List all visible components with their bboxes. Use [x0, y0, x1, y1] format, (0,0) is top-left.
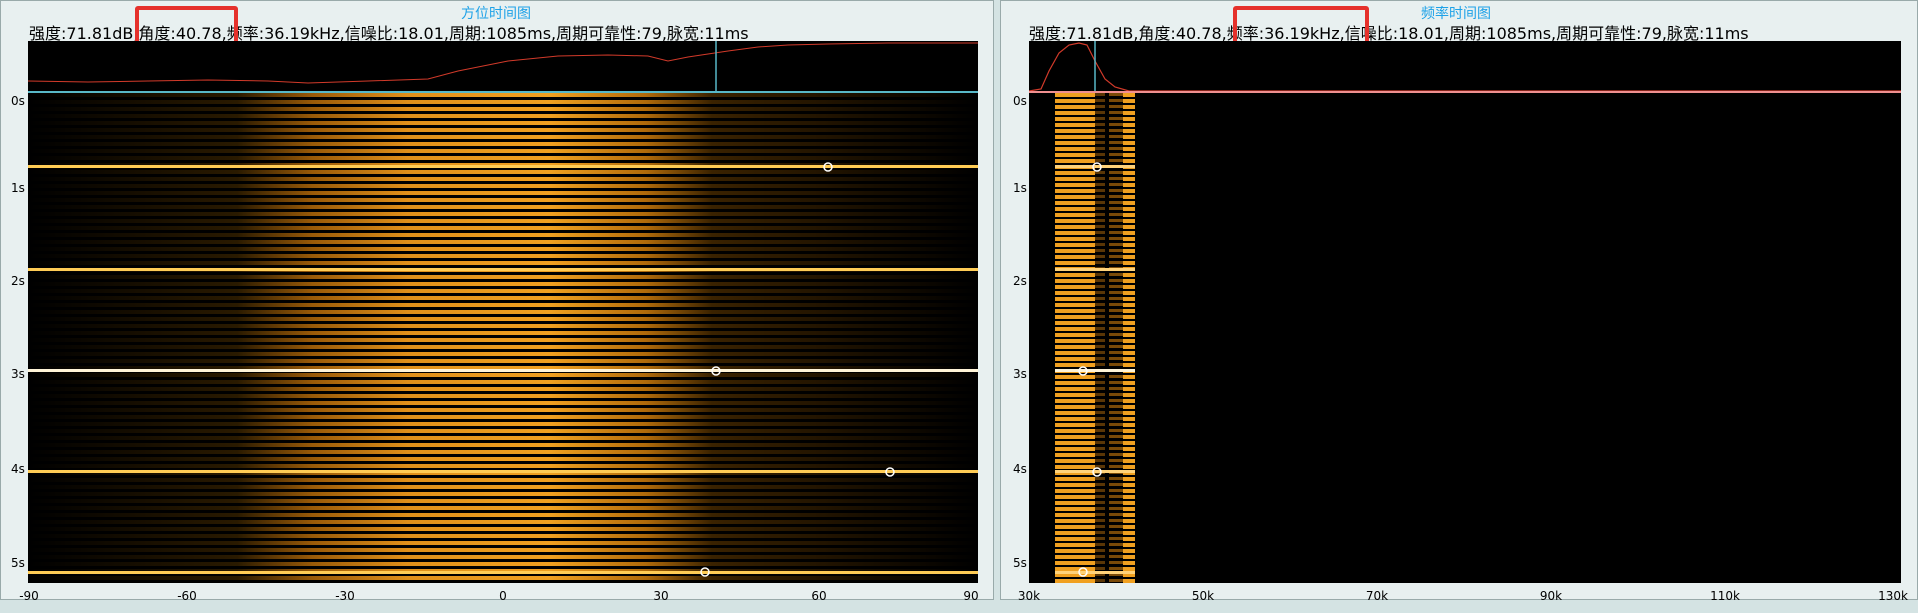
frequency-spectrogram-svg	[1055, 93, 1135, 583]
azimuth-time-panel: 方位时间图 强度:71.81dB,角度:40.78,频率:36.19kHz,信噪…	[0, 0, 994, 603]
azimuth-trace-svg	[27, 41, 978, 91]
frequency-trace-svg	[1028, 41, 1901, 92]
azimuth-trace-line	[27, 42, 978, 84]
azimuth-x-tick: -90	[19, 589, 39, 603]
azimuth-pulse-line	[28, 165, 978, 168]
azimuth-y-tick: 0s	[11, 94, 25, 108]
azimuth-pulse-line	[28, 268, 978, 271]
azimuth-x-tick: 30	[653, 589, 669, 603]
azimuth-x-tick: -30	[335, 589, 355, 603]
frequency-pulse-line	[1055, 571, 1135, 574]
frequency-x-tick: 90k	[1539, 589, 1563, 603]
frequency-x-tick: 30k	[1017, 589, 1041, 603]
frequency-y-tick: 4s	[1013, 462, 1027, 476]
azimuth-y-tick: 2s	[11, 274, 25, 288]
frequency-x-tick: 70k	[1365, 589, 1389, 603]
azimuth-trace-plot	[27, 41, 978, 91]
frequency-time-panel: 频率时间图 强度:71.81dB,角度:40.78,频率:36.19kHz,信噪…	[1000, 0, 1918, 603]
azimuth-pulse-line	[28, 470, 978, 473]
frequency-pulse-line	[1055, 268, 1135, 271]
frequency-trace-line	[1028, 42, 1901, 92]
azimuth-y-tick: 5s	[11, 556, 25, 570]
frequency-y-tick: 3s	[1013, 367, 1027, 381]
azimuth-spectrogram-svg	[28, 93, 978, 583]
frequency-x-tick: 50k	[1191, 589, 1215, 603]
azimuth-y-tick: 4s	[11, 462, 25, 476]
frequency-pulse-line	[1055, 369, 1135, 372]
frequency-y-tick: 2s	[1013, 274, 1027, 288]
frequency-x-tick: 130k	[1878, 589, 1908, 603]
frequency-y-tick: 5s	[1013, 556, 1027, 570]
frequency-pulse-line	[1055, 165, 1135, 168]
frequency-x-tick: 110k	[1710, 589, 1740, 603]
frequency-spectrogram	[1029, 93, 1901, 583]
azimuth-spectrogram	[28, 93, 978, 583]
azimuth-x-tick: 90	[963, 589, 979, 603]
azimuth-pulse-line	[28, 571, 978, 574]
azimuth-y-tick: 1s	[11, 181, 25, 195]
frequency-trace-plot	[1028, 41, 1901, 92]
frequency-y-tick: 1s	[1013, 181, 1027, 195]
frequency-y-tick: 0s	[1013, 94, 1027, 108]
frequency-pulse-line	[1055, 470, 1135, 473]
azimuth-x-tick: -60	[177, 589, 197, 603]
azimuth-pulse-line	[28, 369, 978, 372]
azimuth-x-tick: 0	[499, 589, 507, 603]
azimuth-x-tick: 60	[811, 589, 827, 603]
azimuth-y-tick: 3s	[11, 367, 25, 381]
